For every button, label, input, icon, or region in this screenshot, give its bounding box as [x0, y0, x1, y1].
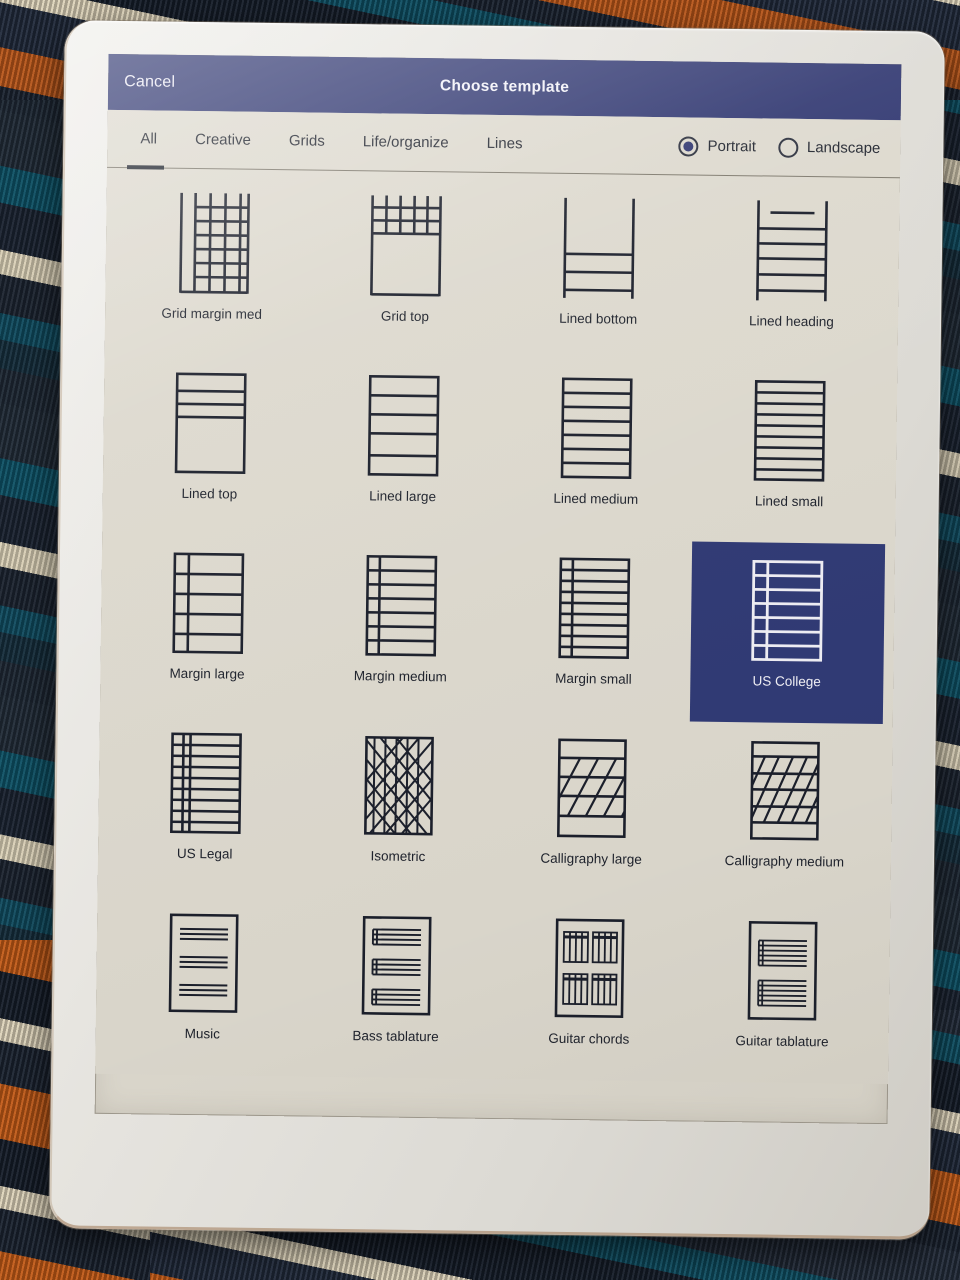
template-tile[interactable]: Margin small — [496, 539, 692, 722]
lined-small-icon — [746, 376, 833, 485]
template-grid: Grid margin med Grid top Lined bottom Li… — [95, 167, 900, 1085]
margin-large-icon — [164, 549, 251, 658]
guitar-tablature-icon — [739, 916, 826, 1025]
us-legal-icon — [162, 729, 249, 838]
photo-scene: Cancel Choose template All Creative Grid… — [0, 0, 960, 1280]
template-tile[interactable]: Grid margin med — [115, 174, 311, 357]
calligraphy-large-icon — [548, 734, 635, 843]
guitar-chords-icon — [546, 914, 633, 1023]
template-label: Lined heading — [748, 313, 834, 330]
grid-top-icon — [362, 191, 449, 300]
radio-filled-icon — [678, 135, 699, 157]
template-tile[interactable]: Bass tablature — [298, 896, 494, 1079]
radio-landscape-label: Landscape — [806, 139, 881, 157]
template-label: Calligraphy large — [540, 850, 642, 867]
tab-creative[interactable]: Creative — [176, 111, 271, 169]
margin-medium-icon — [357, 551, 444, 660]
template-tile[interactable]: Lined large — [305, 357, 501, 540]
template-tile-selected[interactable]: US College — [689, 541, 886, 725]
template-label: Margin medium — [353, 668, 447, 685]
template-tile[interactable]: Lined bottom — [501, 179, 697, 362]
template-label: Guitar chords — [548, 1030, 630, 1047]
radio-portrait[interactable]: Portrait — [678, 135, 757, 157]
calligraphy-medium-icon — [742, 736, 829, 845]
template-label: Lined bottom — [559, 310, 638, 327]
template-label: Lined large — [369, 488, 437, 505]
template-label: US Legal — [176, 845, 233, 862]
template-label: Lined medium — [553, 490, 639, 507]
template-label: Grid margin med — [161, 305, 263, 322]
page-title: Choose template — [439, 77, 570, 96]
template-tile[interactable]: Calligraphy large — [494, 719, 690, 902]
radio-portrait-label: Portrait — [707, 137, 757, 156]
template-tile[interactable]: Lined top — [112, 354, 308, 537]
template-label: US College — [752, 673, 821, 690]
template-label: Bass tablature — [352, 1028, 439, 1045]
tab-grids[interactable]: Grids — [270, 112, 345, 170]
template-tile[interactable]: Guitar tablature — [685, 902, 881, 1085]
template-label: Guitar tablature — [735, 1033, 829, 1050]
radio-empty-icon — [777, 137, 799, 158]
lined-top-icon — [167, 369, 254, 478]
template-tile[interactable]: Lined small — [692, 362, 888, 545]
template-label: Grid top — [380, 308, 430, 325]
cancel-button[interactable]: Cancel — [124, 73, 175, 92]
template-label: Margin large — [169, 665, 245, 682]
lined-large-icon — [360, 371, 447, 480]
tab-life-organize[interactable]: Life/organize — [343, 113, 468, 172]
template-tile[interactable]: Margin medium — [303, 536, 499, 719]
eink-tablet-device: Cancel Choose template All Creative Grid… — [49, 20, 945, 1240]
isometric-icon — [355, 731, 442, 840]
template-label: Lined small — [754, 493, 824, 510]
music-icon — [160, 909, 247, 1018]
lined-heading-icon — [749, 196, 836, 305]
template-label: Margin small — [555, 670, 632, 687]
filter-bar: All Creative Grids Life/organize Lines P… — [107, 109, 901, 179]
bass-tablature-icon — [353, 911, 440, 1020]
orientation-radio-group: Portrait Landscape — [678, 135, 881, 159]
template-tile[interactable]: Guitar chords — [492, 899, 688, 1082]
us-college-icon — [744, 556, 831, 665]
template-tile[interactable]: Grid top — [308, 177, 504, 360]
template-tile[interactable]: US Legal — [108, 714, 304, 897]
template-label: Calligraphy medium — [724, 853, 845, 870]
radio-landscape[interactable]: Landscape — [777, 137, 881, 158]
tab-all[interactable]: All — [121, 110, 176, 168]
template-tile[interactable]: Music — [105, 894, 301, 1077]
template-tile[interactable]: Lined medium — [499, 359, 695, 542]
template-tile[interactable]: Isometric — [301, 716, 497, 899]
template-label: Music — [184, 1025, 221, 1042]
template-label: Isometric — [370, 848, 426, 865]
template-tile[interactable]: Margin large — [110, 534, 306, 717]
tablet-screen: Cancel Choose template All Creative Grid… — [94, 53, 902, 1125]
lined-medium-icon — [553, 374, 640, 483]
lined-bottom-icon — [555, 194, 642, 303]
category-tabs: All Creative Grids Life/organize Lines — [121, 110, 542, 172]
template-label: Lined top — [181, 485, 238, 502]
template-tile[interactable]: Calligraphy medium — [687, 722, 883, 905]
tab-lines[interactable]: Lines — [467, 115, 542, 173]
template-tile[interactable]: Lined heading — [694, 182, 890, 365]
dialog-titlebar: Cancel Choose template — [107, 53, 902, 121]
grid-margin-med-icon — [169, 189, 256, 298]
margin-small-icon — [551, 554, 638, 663]
